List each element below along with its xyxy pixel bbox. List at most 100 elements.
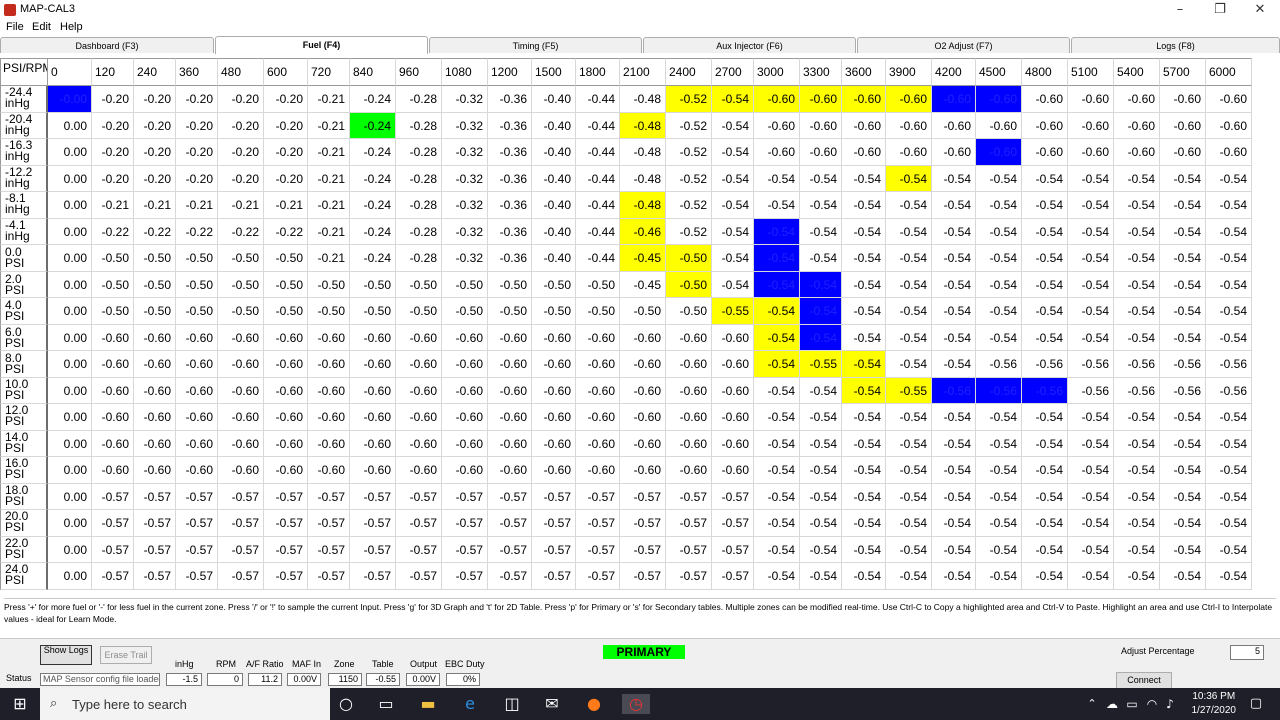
table-cell[interactable]: -0.54 <box>976 457 1022 484</box>
table-cell[interactable]: -0.50 <box>488 271 532 298</box>
table-cell[interactable]: -0.57 <box>576 536 620 563</box>
table-cell[interactable]: 0.00 <box>48 404 92 431</box>
column-header-rpm[interactable]: 480 <box>218 58 264 86</box>
table-cell[interactable]: -0.54 <box>1022 192 1068 219</box>
table-cell[interactable]: -0.40 <box>532 86 576 113</box>
table-cell[interactable]: -0.60 <box>886 112 932 139</box>
table-cell[interactable]: -0.00 <box>48 86 92 113</box>
table-cell[interactable]: -0.54 <box>976 298 1022 325</box>
table-cell[interactable]: -0.54 <box>842 483 886 510</box>
table-cell[interactable]: -0.54 <box>842 457 886 484</box>
battery-icon[interactable]: ▭ <box>1122 694 1142 714</box>
table-cell[interactable]: -0.50 <box>442 298 488 325</box>
table-cell[interactable]: -0.50 <box>134 271 176 298</box>
row-header-pressure[interactable]: 0.0 PSI <box>0 245 48 272</box>
table-cell[interactable]: 0.00 <box>48 457 92 484</box>
table-cell[interactable]: -0.60 <box>396 430 442 457</box>
table-cell[interactable]: -0.54 <box>754 430 800 457</box>
row-header-pressure[interactable]: 8.0 PSI <box>0 351 48 378</box>
table-cell[interactable]: -0.54 <box>1022 563 1068 590</box>
table-cell[interactable]: -0.21 <box>308 112 350 139</box>
table-cell[interactable]: -0.60 <box>134 430 176 457</box>
table-cell[interactable]: -0.60 <box>620 377 666 404</box>
column-header-rpm[interactable]: 600 <box>264 58 308 86</box>
table-cell[interactable]: -0.54 <box>1160 483 1206 510</box>
table-cell[interactable]: -0.54 <box>1114 271 1160 298</box>
windows-start-icon[interactable]: ⊞ <box>10 694 30 714</box>
table-cell[interactable]: -0.60 <box>576 324 620 351</box>
table-cell[interactable]: -0.50 <box>218 298 264 325</box>
table-cell[interactable]: -0.44 <box>576 245 620 272</box>
table-cell[interactable]: -0.54 <box>1022 298 1068 325</box>
table-cell[interactable]: -0.54 <box>886 271 932 298</box>
table-cell[interactable]: -0.54 <box>976 245 1022 272</box>
table-cell[interactable]: -0.60 <box>396 324 442 351</box>
table-cell[interactable]: -0.60 <box>976 112 1022 139</box>
table-cell[interactable]: -0.54 <box>1022 536 1068 563</box>
table-cell[interactable]: -0.60 <box>712 351 754 378</box>
table-cell[interactable]: -0.60 <box>134 404 176 431</box>
table-cell[interactable]: -0.60 <box>1206 86 1252 113</box>
table-cell[interactable]: -0.40 <box>532 165 576 192</box>
table-cell[interactable]: -0.21 <box>308 218 350 245</box>
table-cell[interactable]: -0.54 <box>842 563 886 590</box>
table-cell[interactable]: -0.60 <box>264 404 308 431</box>
table-cell[interactable]: -0.57 <box>264 536 308 563</box>
table-cell[interactable]: -0.44 <box>576 139 620 166</box>
table-cell[interactable]: -0.54 <box>800 404 842 431</box>
table-cell[interactable]: -0.40 <box>532 139 576 166</box>
table-cell[interactable]: -0.50 <box>176 271 218 298</box>
row-header-pressure[interactable]: 2.0 PSI <box>0 271 48 298</box>
table-cell[interactable]: -0.54 <box>842 404 886 431</box>
table-cell[interactable]: -0.60 <box>800 112 842 139</box>
table-cell[interactable]: -0.60 <box>1160 139 1206 166</box>
table-cell[interactable]: -0.60 <box>350 404 396 431</box>
table-cell[interactable]: -0.54 <box>800 457 842 484</box>
table-cell[interactable]: -0.57 <box>712 563 754 590</box>
table-cell[interactable]: -0.54 <box>932 457 976 484</box>
table-cell[interactable]: -0.21 <box>264 192 308 219</box>
wifi-icon[interactable]: ◠ <box>1142 694 1162 714</box>
onedrive-icon[interactable]: ☁ <box>1102 694 1122 714</box>
table-cell[interactable]: -0.60 <box>176 377 218 404</box>
table-cell[interactable]: -0.54 <box>1206 192 1252 219</box>
table-cell[interactable]: -0.57 <box>620 483 666 510</box>
table-cell[interactable]: -0.60 <box>932 112 976 139</box>
table-cell[interactable]: -0.21 <box>308 139 350 166</box>
table-cell[interactable]: -0.54 <box>1068 192 1114 219</box>
table-cell[interactable]: -0.54 <box>1022 483 1068 510</box>
table-cell[interactable]: -0.54 <box>754 563 800 590</box>
table-cell[interactable]: -0.60 <box>396 377 442 404</box>
table-cell[interactable]: -0.20 <box>134 139 176 166</box>
store-icon[interactable]: ◫ <box>502 694 522 714</box>
table-cell[interactable]: -0.20 <box>176 86 218 113</box>
table-cell[interactable]: -0.57 <box>134 536 176 563</box>
row-header-pressure[interactable]: 24.0 PSI <box>0 563 48 590</box>
table-cell[interactable]: -0.21 <box>308 245 350 272</box>
table-cell[interactable]: -0.60 <box>264 457 308 484</box>
table-cell[interactable]: -0.54 <box>800 218 842 245</box>
table-cell[interactable]: -0.57 <box>442 536 488 563</box>
column-header-rpm[interactable]: 5400 <box>1114 58 1160 86</box>
table-cell[interactable]: -0.52 <box>666 218 712 245</box>
table-cell[interactable]: -0.54 <box>1114 404 1160 431</box>
row-header-pressure[interactable]: 4.0 PSI <box>0 298 48 325</box>
table-cell[interactable]: -0.54 <box>976 510 1022 537</box>
table-cell[interactable]: 0.00 <box>48 298 92 325</box>
table-cell[interactable]: -0.54 <box>1068 536 1114 563</box>
table-cell[interactable]: -0.60 <box>218 404 264 431</box>
table-cell[interactable]: -0.20 <box>176 112 218 139</box>
table-cell[interactable]: -0.57 <box>532 563 576 590</box>
table-cell[interactable]: -0.21 <box>308 165 350 192</box>
menu-help[interactable]: Help <box>60 21 83 33</box>
row-header-pressure[interactable]: 18.0 PSI <box>0 483 48 510</box>
table-cell[interactable]: 0.00 <box>48 139 92 166</box>
table-cell[interactable]: -0.54 <box>976 165 1022 192</box>
table-cell[interactable]: -0.60 <box>218 457 264 484</box>
table-cell[interactable]: -0.60 <box>442 324 488 351</box>
table-cell[interactable]: -0.54 <box>976 192 1022 219</box>
table-cell[interactable]: -0.57 <box>442 563 488 590</box>
table-cell[interactable]: -0.45 <box>620 271 666 298</box>
table-cell[interactable]: -0.50 <box>92 245 134 272</box>
table-cell[interactable]: -0.57 <box>396 510 442 537</box>
